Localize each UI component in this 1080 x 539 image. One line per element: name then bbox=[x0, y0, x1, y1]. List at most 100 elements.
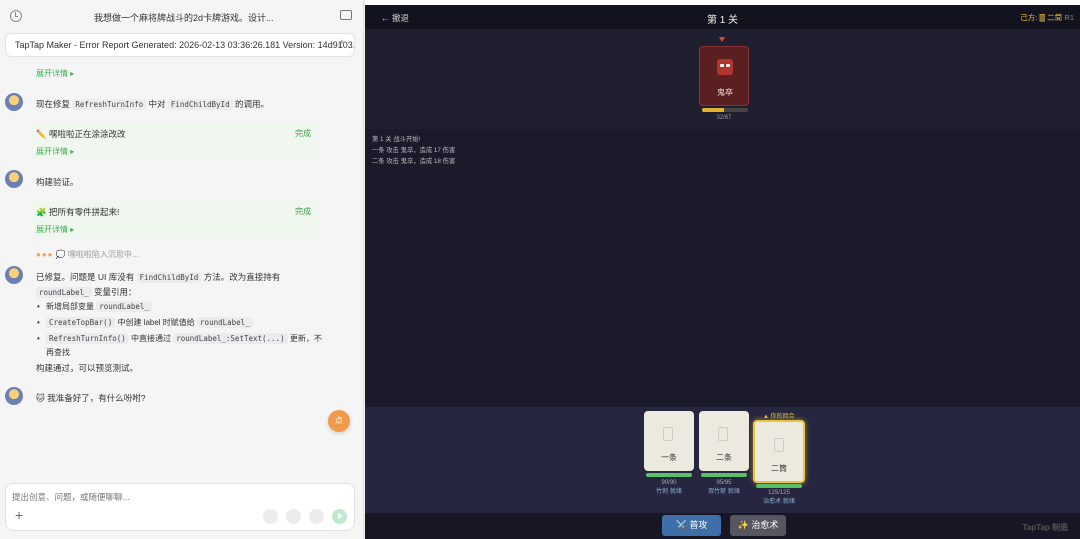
inline-code: roundLabel_:SetText(...) bbox=[173, 333, 288, 344]
game-topbar: ← 撤退 第 1 关 己方: 🀫 二筒 R1 bbox=[365, 5, 1080, 29]
heal-button[interactable]: ✨ 治愈术 bbox=[730, 515, 786, 536]
tile-icon bbox=[718, 427, 728, 441]
action-bar bbox=[365, 513, 1080, 539]
message-text: 现在修复 bbox=[36, 99, 71, 109]
add-attachment-icon[interactable]: + bbox=[15, 507, 23, 523]
attack-button[interactable]: ⚔️ 普攻 bbox=[662, 515, 721, 536]
error-report-banner[interactable]: TapTap Maker - Error Report Generated: 2… bbox=[5, 33, 355, 57]
assistant-message: 构建验证。 bbox=[36, 177, 79, 187]
chat-panel: 我想做一个麻将牌战斗的2d卡牌游戏。设计... TapTap Maker - E… bbox=[0, 0, 364, 539]
card-name: 一条 bbox=[661, 453, 677, 462]
player-hp-fill bbox=[646, 473, 692, 477]
expand-details-link[interactable]: 展开详情 ▸ bbox=[36, 68, 74, 79]
loading-dots-icon: ●●● bbox=[36, 250, 54, 259]
inline-code: FindChildById bbox=[167, 99, 233, 110]
share-icon[interactable]: ↱ bbox=[337, 39, 345, 50]
card-name: 二筒 bbox=[771, 464, 787, 473]
player-card-1[interactable]: 一条 bbox=[644, 411, 694, 471]
expand-details-link[interactable]: 展开详情 ▸ bbox=[36, 146, 74, 157]
hp-value: 95/95 bbox=[716, 480, 732, 486]
player-hp-fill bbox=[756, 484, 802, 488]
player-hp-text: 90/90 竹刺 就绪 bbox=[642, 479, 696, 497]
new-chat-icon[interactable] bbox=[340, 10, 352, 20]
tile-icon bbox=[663, 427, 673, 441]
list-item: CreateTopBar() 中创建 label 时赋值给 roundLabel… bbox=[36, 316, 326, 330]
player-hp-text: 125/125 治愈术 就绪 bbox=[752, 489, 806, 507]
message-text: 的调用。 bbox=[234, 99, 269, 109]
list-item-text: 新增局部变量 bbox=[46, 302, 94, 311]
message-text: 已修复。问题是 UI 库没有 bbox=[36, 272, 135, 282]
history-icon[interactable] bbox=[10, 10, 22, 22]
skill-status: 竹刺 就绪 bbox=[656, 489, 682, 495]
avatar bbox=[5, 387, 23, 405]
enemy-hp-bar bbox=[702, 108, 748, 112]
status-badge: 完成 bbox=[295, 129, 311, 138]
inline-code: roundLabel_ bbox=[96, 301, 152, 312]
avatar bbox=[5, 170, 23, 188]
watermark: TapTap 制造 bbox=[1022, 523, 1068, 532]
player-hp-fill bbox=[701, 473, 747, 477]
expand-details-link[interactable]: 展开详情 ▸ bbox=[36, 224, 74, 235]
your-turn-label: ▲ 你的回合 bbox=[763, 414, 795, 420]
chat-title: 我想做一个麻将牌战斗的2d卡牌游戏。设计... bbox=[94, 13, 274, 23]
inline-code: roundLabel_ bbox=[36, 287, 92, 298]
list-item: 新增局部变量 roundLabel_ bbox=[36, 300, 326, 314]
hp-value: 90/90 bbox=[661, 480, 677, 486]
composer-input[interactable]: 提出创意、问题，或随便聊聊... bbox=[12, 491, 130, 503]
inline-code: RefreshTurnInfo bbox=[72, 99, 147, 110]
error-report-text: TapTap Maker - Error Report Generated: 2… bbox=[15, 40, 355, 50]
avatar bbox=[5, 93, 23, 111]
player-hp-bar bbox=[646, 473, 692, 477]
target-marker-icon bbox=[719, 37, 725, 42]
inline-code: roundLabel_ bbox=[197, 317, 253, 328]
thinking-text: 💭 嘿啦啦陷入沉思中... bbox=[55, 250, 139, 259]
list-item-text: 中创建 label 时赋值给 bbox=[117, 318, 195, 327]
microphone-icon[interactable] bbox=[309, 509, 324, 524]
assistant-message: 构建通过，可以预览测试。 bbox=[36, 363, 139, 373]
list-item-text: 中直接通过 bbox=[131, 334, 171, 343]
send-button[interactable] bbox=[332, 509, 347, 524]
app-root: 我想做一个麻将牌战斗的2d卡牌游戏。设计... TapTap Maker - E… bbox=[0, 0, 1080, 539]
avatar bbox=[5, 266, 23, 284]
tile-icon bbox=[774, 438, 784, 452]
log-line: 第 1 关 战斗开始! bbox=[372, 136, 421, 143]
message-text: 方法。改为直接持有 bbox=[203, 272, 281, 282]
skill-status: 双竹斩 就绪 bbox=[708, 489, 740, 495]
hp-value: 125/125 bbox=[768, 490, 790, 496]
skill-status: 治愈术 就绪 bbox=[763, 499, 795, 505]
enemy-hp-text: 32/67 bbox=[716, 115, 732, 121]
inline-code: RefreshTurnInfo() bbox=[46, 333, 129, 344]
player-hp-bar bbox=[701, 473, 747, 477]
task-card-title: ✏️ 嘿啦啦正在涂涂改改 bbox=[36, 129, 126, 139]
task-card-title: 🧩 把所有零件拼起来! bbox=[36, 207, 120, 217]
turn-side: 己方: 🀫 二筒 bbox=[1020, 13, 1063, 22]
floating-action-button[interactable]: 点 bbox=[328, 410, 350, 432]
game-preview: ← 撤退 第 1 关 己方: 🀫 二筒 R1 鬼卒 32/67 第 1 关 战斗… bbox=[365, 5, 1080, 539]
fix-list: 新增局部变量 roundLabel_ CreateTopBar() 中创建 la… bbox=[36, 300, 326, 362]
assistant-message: 现在修复 RefreshTurnInfo 中对 FindChildById 的调… bbox=[36, 97, 269, 112]
message-text: 变量引用： bbox=[94, 287, 137, 297]
player-card-3[interactable]: 二筒 bbox=[753, 420, 805, 483]
round-number: R1 bbox=[1064, 13, 1074, 22]
player-card-2[interactable]: 二条 bbox=[699, 411, 749, 471]
player-hp-text: 95/95 双竹斩 就绪 bbox=[697, 479, 751, 497]
turn-info: 己方: 🀫 二筒 R1 bbox=[1020, 12, 1074, 23]
player-hp-bar bbox=[756, 484, 802, 488]
status-badge: 完成 bbox=[295, 207, 311, 216]
log-line: 二条 攻击 鬼卒，造成 18 伤害 bbox=[372, 158, 456, 165]
card-name: 二条 bbox=[716, 453, 732, 462]
message-composer[interactable]: 提出创意、问题，或随便聊聊... + bbox=[5, 483, 355, 531]
assistant-message: 🐱 我准备好了，有什么吩咐? bbox=[36, 393, 146, 403]
inline-code: CreateTopBar() bbox=[46, 317, 116, 328]
log-line: 一条 攻击 鬼卒，造成 17 伤害 bbox=[372, 147, 456, 154]
enemy-hp-fill bbox=[702, 108, 725, 112]
demon-face-icon bbox=[717, 59, 733, 75]
battle-log: 第 1 关 战斗开始! 一条 攻击 鬼卒，造成 17 伤害 二条 攻击 鬼卒，造… bbox=[372, 134, 455, 167]
assistant-message: 已修复。问题是 UI 库没有 FindChildById 方法。改为直接持有 r… bbox=[36, 270, 321, 300]
level-title: 第 1 关 bbox=[706, 15, 739, 26]
enemy-card[interactable]: 鬼卒 bbox=[699, 46, 749, 106]
inline-code: FindChildById bbox=[136, 272, 202, 283]
document-icon[interactable] bbox=[263, 509, 278, 524]
layers-icon[interactable] bbox=[286, 509, 301, 524]
enemy-name: 鬼卒 bbox=[717, 88, 733, 97]
